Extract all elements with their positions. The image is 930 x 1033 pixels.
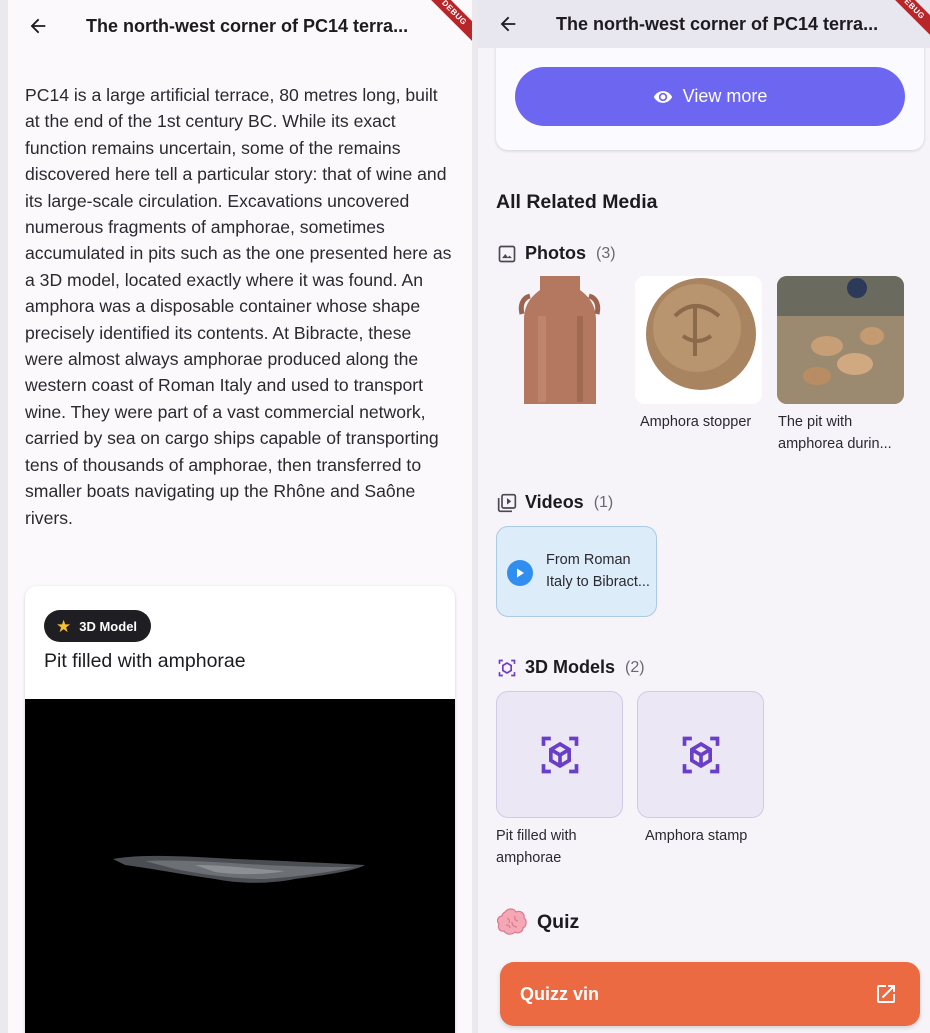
- photo-caption: The pit with amphorea durin...: [778, 414, 892, 452]
- image-icon: [498, 245, 516, 262]
- debug-banner: DEBUG: [420, 0, 472, 47]
- page-title: The north-west corner of PC14 terra...: [86, 15, 409, 36]
- videos-count: (1): [593, 493, 614, 511]
- photo-caption: Amphora stopper: [640, 414, 752, 430]
- quiz-button[interactable]: Quizz vin: [500, 962, 920, 1026]
- media-screen: The north-west corner of PC14 terra... D…: [478, 0, 930, 1033]
- page-title: The north-west corner of PC14 terra...: [556, 13, 879, 34]
- play-icon: [507, 560, 533, 586]
- photos-label: Photos: [525, 243, 586, 263]
- pit-image: [777, 276, 904, 404]
- arrow-back-icon: [500, 16, 516, 32]
- videos-header: Videos (1): [497, 492, 613, 513]
- photos-count: (3): [596, 244, 616, 262]
- videos-label: Videos: [525, 492, 584, 512]
- photo-thumb-stopper[interactable]: [635, 276, 762, 404]
- model-tile-stamp[interactable]: [637, 691, 764, 818]
- model-tile-pit[interactable]: [496, 691, 623, 818]
- debug-banner: DEBUG: [878, 0, 930, 41]
- model-caption: Pit filled with amphorae: [496, 828, 577, 866]
- quiz-heading: Quiz: [537, 910, 580, 933]
- view-more-card: View more: [496, 40, 924, 150]
- photo-thumb-amphora[interactable]: [496, 276, 623, 404]
- models-header: 3D Models (2): [497, 657, 645, 678]
- stopper-image: [646, 278, 756, 390]
- detail-screen: The north-west corner of PC14 terra... D…: [8, 0, 472, 1033]
- video-library-icon: [497, 493, 517, 512]
- model-type-chip: ★ 3D Model: [44, 610, 152, 642]
- view-in-ar-icon: [682, 736, 719, 773]
- eye-icon: [653, 90, 672, 103]
- chip-label: 3D Model: [79, 618, 138, 634]
- view-more-button[interactable]: View more: [515, 67, 905, 126]
- related-media-heading: All Related Media: [496, 191, 658, 213]
- view-in-ar-icon: [498, 659, 516, 676]
- back-button[interactable]: [26, 14, 50, 38]
- amphora-image: [518, 276, 601, 404]
- video-title: From Roman Italy to Bibract...: [546, 552, 650, 590]
- view-in-ar-icon: [541, 736, 578, 773]
- model-title: Pit filled with amphorae: [44, 650, 246, 672]
- back-button[interactable]: [496, 12, 520, 36]
- model-card: ★ 3D Model Pit filled with amphorae: [25, 586, 455, 1033]
- model-viewer[interactable]: [25, 699, 455, 1033]
- models-count: (2): [625, 658, 645, 676]
- open-in-new-icon: [877, 985, 895, 1003]
- quiz-header: Quiz: [497, 908, 579, 936]
- video-item[interactable]: From Roman Italy to Bibract...: [496, 526, 657, 617]
- brain-icon: [497, 908, 527, 935]
- photos-header: Photos (3): [497, 243, 616, 264]
- models-label: 3D Models: [525, 657, 616, 677]
- quiz-button-label: Quizz vin: [520, 983, 600, 1004]
- description-text: PC14 is a large artificial terrace, 80 m…: [25, 85, 452, 528]
- photo-thumb-pit[interactable]: [777, 276, 904, 404]
- model-render: [113, 855, 365, 883]
- app-bar: The north-west corner of PC14 terra... D…: [8, 0, 472, 52]
- arrow-back-icon: [30, 18, 46, 34]
- view-more-label: View more: [682, 86, 768, 106]
- model-caption: Amphora stamp: [645, 828, 748, 844]
- star-icon: ★: [56, 616, 72, 636]
- app-bar: The north-west corner of PC14 terra... D…: [478, 0, 930, 48]
